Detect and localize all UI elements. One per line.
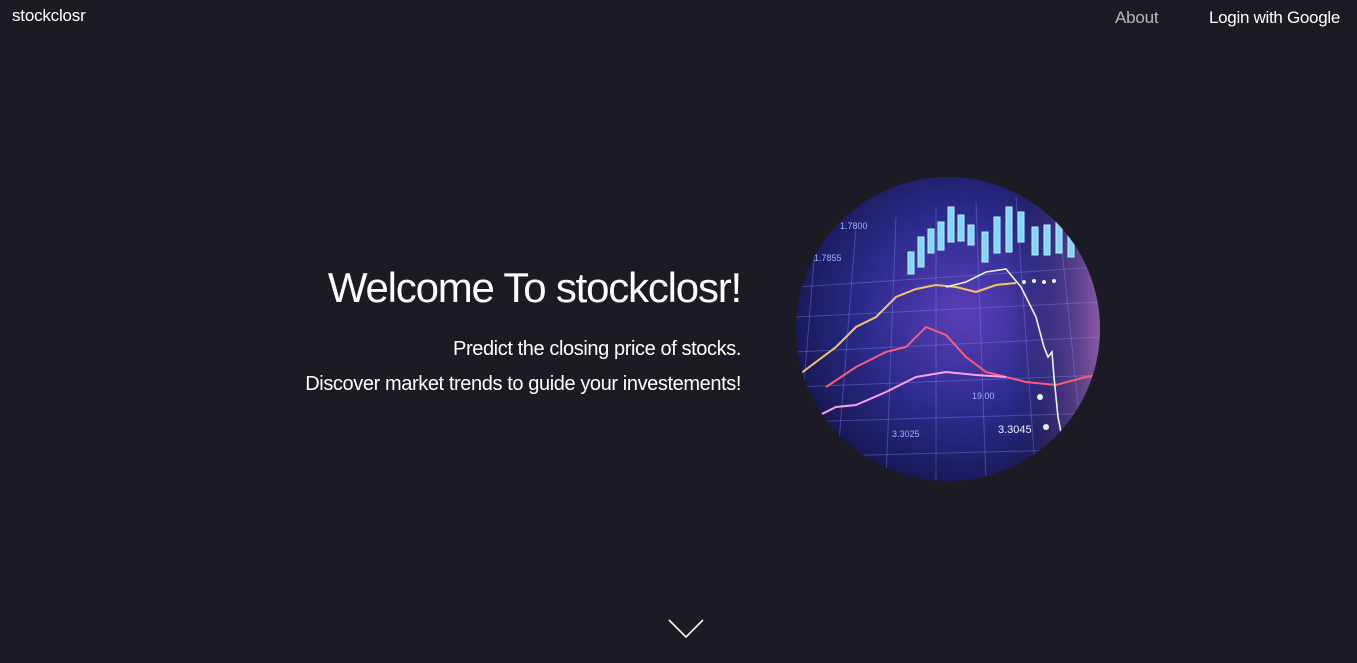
brand-logo[interactable]: stockclosr <box>12 6 86 26</box>
chart-label-b: 1.7855 <box>814 253 842 263</box>
hero-subtitle-line-2: Discover market trends to guide your inv… <box>305 373 741 395</box>
hero-subtitle-line-1: Predict the closing price of stocks. <box>453 338 741 360</box>
chart-label-a: 1.7800 <box>840 221 868 231</box>
hero-text: Welcome To stockclosr! Predict the closi… <box>181 262 742 402</box>
nav-about-link[interactable]: About <box>1115 8 1159 28</box>
chevron-down-icon[interactable] <box>667 618 705 640</box>
chart-label-c: 19.00 <box>972 391 995 401</box>
hero-title: Welcome To stockclosr! <box>327 264 742 311</box>
login-with-google-link[interactable]: Login with Google <box>1209 8 1340 28</box>
hero-stock-chart-image: 1.7800 1.7855 19.00 3.3045 3.3025 <box>796 177 1100 481</box>
chart-label-d: 3.3045 <box>998 424 1032 436</box>
page: stockclosr About Login with Google Welco… <box>0 0 1357 663</box>
chart-label-e: 3.3025 <box>892 429 920 439</box>
